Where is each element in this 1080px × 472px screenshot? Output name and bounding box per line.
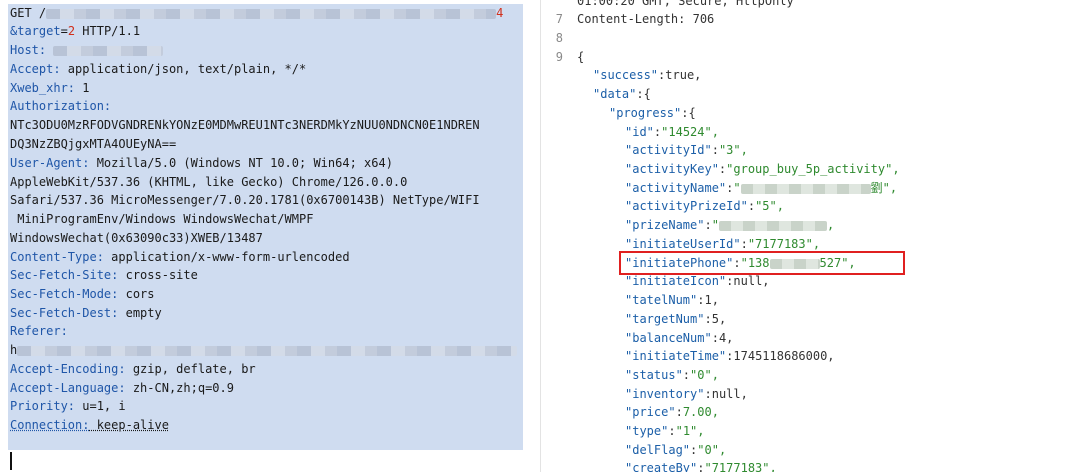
json-progress: "progress":{ (609, 106, 696, 120)
authorization-value-2: DQ3NzZBQjgxMTA4OUEyNA== (10, 137, 177, 151)
json-id: "id":"14524", (625, 125, 719, 139)
json-delFlag: "delFlag":"0", (625, 443, 727, 457)
header-sec-fetch-dest: Sec-Fetch-Dest: empty (10, 306, 162, 320)
header-user-agent: User-Agent: Mozilla/5.0 (Windows NT 10.0… (10, 156, 393, 170)
header-sec-fetch-mode: Sec-Fetch-Mode: cors (10, 287, 155, 301)
header-authorization: Authorization: (10, 99, 112, 113)
json-price: "price":7.00, (625, 405, 719, 419)
header-accept-encoding: Accept-Encoding: gzip, deflate, br (10, 362, 256, 376)
phone-highlight-box (619, 251, 905, 275)
json-balanceNum: "balanceNum":4, (625, 331, 734, 345)
header-sec-fetch-site: Sec-Fetch-Site: cross-site (10, 268, 198, 282)
user-agent-line-2: AppleWebKit/537.36 (KHTML, like Gecko) C… (10, 175, 408, 189)
json-status: "status":"0", (625, 368, 719, 382)
json-targetNum: "targetNum":5, (625, 312, 727, 326)
header-priority: Priority: u=1, i (10, 399, 126, 413)
json-type: "type":"1", (625, 424, 705, 438)
json-activityKey: "activityKey":"group_buy_5p_activity", (625, 162, 900, 176)
header-connection: Connection: keep-alive (10, 418, 169, 432)
response-pane[interactable]: 01:00:20 GMT; Secure; HttpOnly 7 Content-… (540, 0, 1080, 472)
header-host: Host: (10, 41, 164, 59)
header-accept: Accept: application/json, text/plain, */… (10, 62, 307, 76)
json-prizeName: "prizeName":", (625, 218, 835, 232)
authorization-value-1: NTc3ODU0MzRFODVGNDRENkYONzE0MDMwREU1NTc3… (10, 118, 480, 132)
json-success: "success":true, (593, 68, 702, 82)
referer-value: h (10, 341, 518, 359)
response-line-8: 8 (555, 31, 563, 45)
user-agent-line-3: Safari/537.36 MicroMessenger/7.0.20.1781… (10, 193, 480, 207)
request-target: &target=2 HTTP/1.1 (10, 24, 141, 38)
json-activityId: "activityId":"3", (625, 143, 748, 157)
json-initiateTime: "initiateTime":1745118686000, (625, 349, 835, 363)
header-accept-language: Accept-Language: zh-CN,zh;q=0.9 (10, 381, 234, 395)
user-agent-line-4: MiniProgramEnv/Windows WindowsWechat/WMP… (10, 212, 314, 226)
json-data: "data":{ (593, 87, 651, 101)
json-activityName: "activityName":" 劉", (625, 181, 898, 195)
response-line-7: 7 Content-Length: 706 (555, 12, 715, 26)
json-activityPrizeId: "activityPrizeId":"5", (625, 199, 784, 213)
header-referer: Referer: (10, 324, 68, 338)
user-agent-line-5: WindowsWechat(0x63090c33)XWEB/13487 (10, 231, 263, 245)
response-line-9: 9{ (555, 50, 585, 64)
text-caret (10, 452, 12, 470)
json-tatelNum: "tatelNum":1, (625, 293, 719, 307)
request-pane[interactable]: GET /4 &target=2 HTTP/1.1 Host: Accept: … (0, 0, 540, 472)
json-createBy: "createBy":"7177183", (625, 461, 777, 472)
header-content-type: Content-Type: application/x-www-form-url… (10, 250, 350, 264)
header-xweb-xhr: Xweb_xhr: 1 (10, 81, 90, 95)
json-inventory: "inventory":null, (625, 387, 748, 401)
request-line: GET /4 (10, 6, 504, 20)
